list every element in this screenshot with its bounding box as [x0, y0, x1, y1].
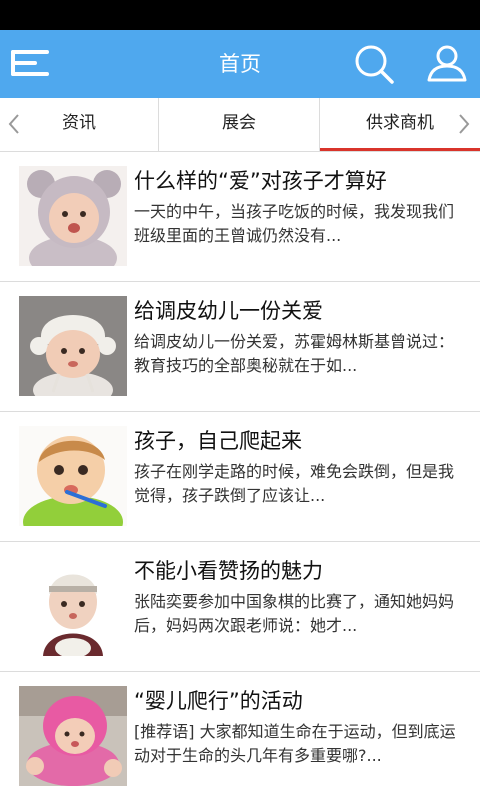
- article-summary: 孩子在刚学走路的时候，难免会跌倒，但是我觉得，孩子跌倒了应该让...: [134, 462, 455, 505]
- page-title: 首页: [219, 52, 261, 76]
- list-item[interactable]: 什么样的“爱”对孩子才算好 一天的中午，当孩子吃饭的时候，我发现我们班级里面的王…: [0, 152, 480, 282]
- list-item[interactable]: 不能小看赞扬的魅力 张陆奕要参加中国象棋的比赛了，通知她妈妈后，妈妈两次跟老师说…: [0, 542, 480, 672]
- article-thumbnail: [19, 556, 127, 656]
- article-thumbnail: [19, 426, 127, 526]
- article-title: 给调皮幼儿一份关爱: [134, 299, 323, 323]
- search-icon[interactable]: [350, 42, 398, 86]
- tab-news[interactable]: 资讯: [0, 98, 158, 151]
- article-summary: [推荐语] 大家都知道生命在于运动，但到底运动对于生命的头几年有多重要哪?...: [134, 722, 456, 765]
- article-title: 孩子，自己爬起来: [134, 429, 302, 453]
- tab-exhibitions[interactable]: 展会: [159, 98, 319, 151]
- chevron-right-icon[interactable]: [456, 112, 472, 136]
- category-tabs: 资讯 展会 供求商机: [0, 98, 480, 152]
- article-thumbnail: [19, 686, 127, 786]
- status-bar: [0, 0, 480, 30]
- article-thumbnail: [19, 166, 127, 266]
- article-title: 不能小看赞扬的魅力: [134, 559, 323, 583]
- list-item[interactable]: 给调皮幼儿一份关爱 给调皮幼儿一份关爱，苏霍姆林斯基曾说过：教育技巧的全部奥秘就…: [0, 282, 480, 412]
- app-header: 首页: [0, 30, 480, 98]
- article-summary: 给调皮幼儿一份关爱，苏霍姆林斯基曾说过：教育技巧的全部奥秘就在于如...: [134, 332, 455, 375]
- user-icon[interactable]: [423, 42, 471, 86]
- article-thumbnail: [19, 296, 127, 396]
- list-item[interactable]: 孩子，自己爬起来 孩子在刚学走路的时候，难免会跌倒，但是我觉得，孩子跌倒了应该让…: [0, 412, 480, 542]
- article-title: “婴儿爬行”的活动: [134, 689, 303, 713]
- article-summary: 一天的中午，当孩子吃饭的时候，我发现我们班级里面的王曾诚仍然没有...: [134, 202, 455, 245]
- article-summary: 张陆奕要参加中国象棋的比赛了，通知她妈妈后，妈妈两次跟老师说：她才...: [134, 592, 455, 635]
- article-title: 什么样的“爱”对孩子才算好: [134, 169, 387, 193]
- list-item[interactable]: “婴儿爬行”的活动 [推荐语] 大家都知道生命在于运动，但到底运动对于生命的头几…: [0, 672, 480, 800]
